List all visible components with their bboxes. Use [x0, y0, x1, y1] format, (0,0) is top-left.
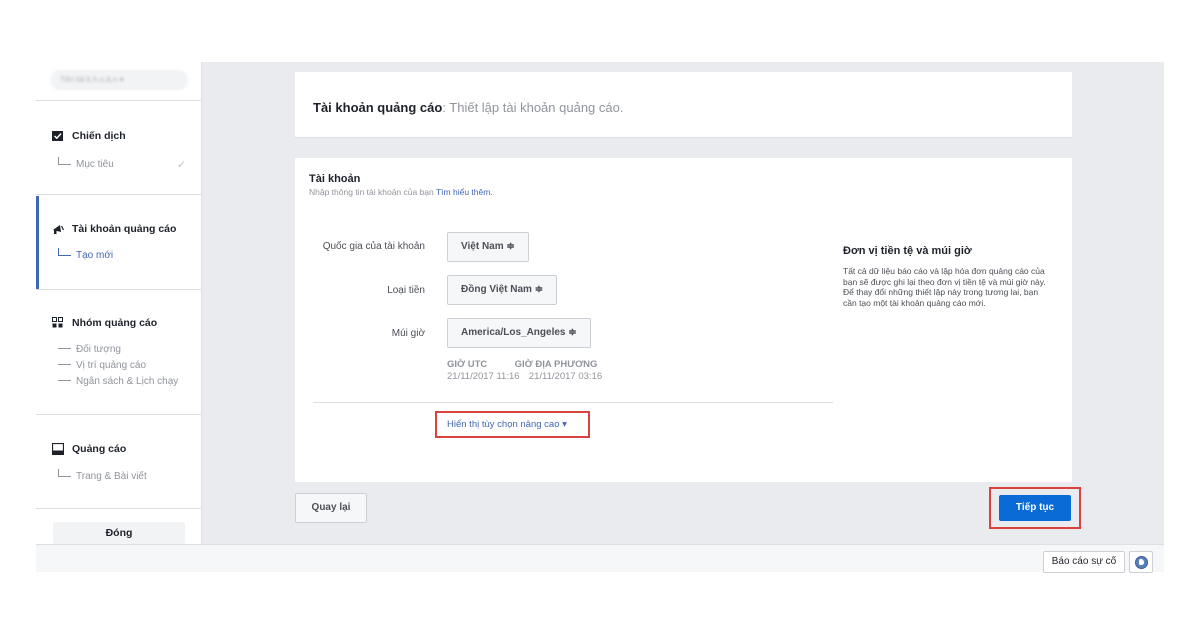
learn-more-link[interactable]: Tìm hiểu thêm. — [436, 187, 493, 197]
country-select[interactable]: Việt Nam ≑ — [447, 232, 529, 262]
tree-connector — [58, 348, 71, 349]
continue-highlight: Tiếp tục — [989, 487, 1081, 529]
continue-button[interactable]: Tiếp tục — [999, 495, 1071, 521]
sidebar-subitem-audience[interactable]: Đối tượng — [58, 344, 121, 355]
sidebar-subitem-placement[interactable]: Vị trí quảng cáo — [58, 360, 146, 371]
tree-connector — [58, 364, 71, 365]
bottom-bar: Báo cáo sự cố — [36, 544, 1164, 573]
sidebar-divider — [36, 414, 202, 415]
sidebar-subitem-budget-schedule[interactable]: Ngân sách & Lịch chạy — [58, 376, 178, 387]
form-divider — [313, 402, 833, 403]
close-button[interactable]: Đóng — [53, 522, 185, 544]
section-description-text: Nhập thông tin tài khoản của bạn — [309, 187, 434, 197]
form-footer: Quay lại Tiếp tục — [295, 482, 1081, 544]
sidebar-item-label: Tài khoản quảng cáo — [72, 223, 177, 235]
tree-connector — [58, 157, 71, 165]
sidebar-subitem-label: Ngân sách & Lịch chạy — [76, 376, 179, 387]
sidebar-item-label: Quảng cáo — [72, 443, 127, 455]
country-label: Quốc gia của tài khoản — [322, 241, 425, 252]
utc-time-value: 21/11/2017 11:16 — [447, 371, 520, 382]
tree-connector — [58, 469, 71, 477]
sidebar-subitem-page-post[interactable]: Trang & Bài viết — [58, 469, 147, 482]
sidebar-divider — [36, 508, 202, 509]
ads-manager-frame: Tên tài k.h.o.ả.n ▾ Chiến dịch Mục tiêu … — [36, 62, 1164, 573]
time-headers: GIỜ UTC GIỜ ĐỊA PHƯƠNG — [447, 359, 597, 370]
advanced-options-link[interactable]: Hiển thị tùy chọn nâng cao ▾ — [435, 411, 590, 438]
page-header: Tài khoản quảng cáo: Thiết lập tài khoản… — [295, 72, 1072, 138]
currency-timezone-title: Đơn vị tiền tệ và múi giờ — [843, 245, 972, 257]
globe-icon — [1135, 556, 1148, 569]
sidebar-subitem-objective[interactable]: Mục tiêu — [58, 157, 114, 170]
account-selector[interactable]: Tên tài k.h.o.ả.n ▾ — [50, 70, 188, 90]
timezone-label: Múi giờ — [391, 328, 425, 339]
sidebar: Tên tài k.h.o.ả.n ▾ Chiến dịch Mục tiêu … — [36, 62, 202, 544]
sidebar-subitem-label: Mục tiêu — [76, 159, 114, 170]
tree-connector — [58, 248, 71, 256]
sidebar-divider — [36, 100, 202, 101]
active-indicator — [36, 196, 39, 289]
check-icon: ✓ — [177, 159, 187, 171]
section-description: Nhập thông tin tài khoản của bạn Tìm hiể… — [309, 187, 493, 197]
sidebar-item-label: Chiến dịch — [72, 130, 126, 142]
page-title-bold: Tài khoản quảng cáo — [313, 100, 443, 115]
sidebar-divider — [36, 194, 202, 195]
utc-time-header: GIỜ UTC — [447, 359, 488, 370]
currency-label: Loại tiền — [387, 285, 425, 296]
sidebar-divider — [36, 289, 202, 290]
local-time-header: GIỜ ĐỊA PHƯƠNG — [514, 359, 598, 370]
sidebar-subitem-label: Đối tượng — [76, 344, 121, 355]
sidebar-subitem-label: Tạo mới — [76, 250, 114, 261]
time-values: 21/11/2017 11:16 21/11/2017 03:16 — [447, 371, 602, 382]
window-icon — [51, 442, 65, 456]
sidebar-item-ad-set[interactable]: Nhóm quảng cáo — [52, 317, 157, 329]
megaphone-icon — [52, 223, 65, 235]
tree-connector — [58, 380, 71, 381]
sidebar-subitem-label: Trang & Bài viết — [76, 471, 147, 482]
local-time-value: 21/11/2017 03:16 — [528, 371, 603, 382]
timezone-select[interactable]: America/Los_Angeles ≑ — [447, 318, 591, 348]
sidebar-item-ad-account[interactable]: Tài khoản quảng cáo — [52, 223, 176, 235]
page-title-subtitle: : Thiết lập tài khoản quảng cáo. — [442, 100, 624, 115]
sidebar-item-campaign[interactable]: Chiến dịch — [52, 130, 126, 142]
checkbox-icon — [52, 130, 64, 142]
account-setup-form: Tài khoản Nhập thông tin tài khoản của b… — [295, 158, 1072, 482]
sidebar-subitem-create-new[interactable]: Tạo mới — [58, 248, 113, 261]
language-button[interactable] — [1129, 551, 1153, 573]
currency-select[interactable]: Đồng Việt Nam ≑ — [447, 275, 558, 305]
sidebar-item-label: Nhóm quảng cáo — [72, 317, 158, 329]
back-button[interactable]: Quay lại — [295, 493, 367, 523]
grid-icon — [52, 317, 64, 329]
section-title: Tài khoản — [309, 173, 361, 185]
sidebar-subitem-label: Vị trí quảng cáo — [76, 360, 147, 371]
currency-timezone-info: Tất cả dữ liệu báo cáo và lập hóa đơn qu… — [843, 266, 1046, 308]
sidebar-item-ad[interactable]: Quảng cáo — [51, 442, 127, 456]
page-title: Tài khoản quảng cáo: Thiết lập tài khoản… — [313, 100, 623, 115]
report-problem-button[interactable]: Báo cáo sự cố — [1043, 551, 1125, 573]
